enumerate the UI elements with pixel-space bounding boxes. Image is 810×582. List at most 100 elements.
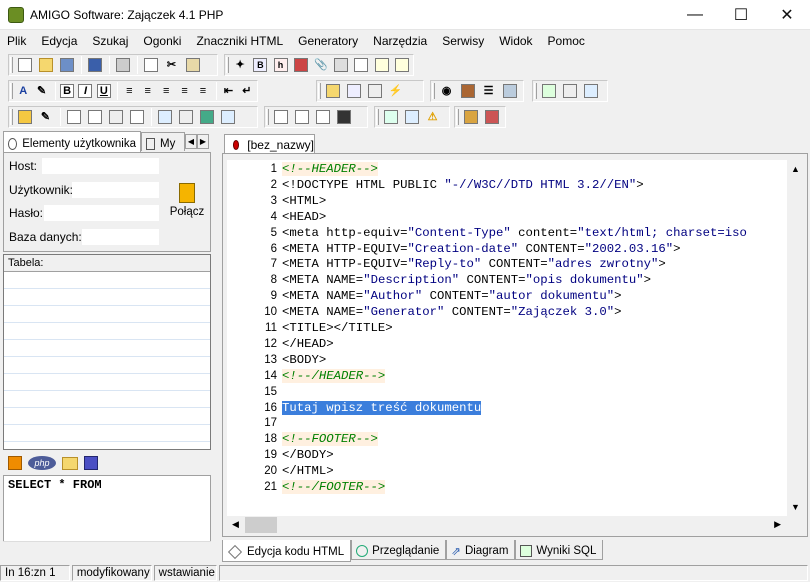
- close-button[interactable]: ✕: [764, 0, 810, 30]
- vertical-scrollbar[interactable]: ▲ ▼: [787, 160, 805, 516]
- doc-blue-icon[interactable]: [581, 82, 600, 100]
- table-row[interactable]: [4, 374, 210, 391]
- window-icon[interactable]: [197, 108, 216, 126]
- frame-icon[interactable]: [218, 108, 237, 126]
- line-break-icon[interactable]: ↵: [239, 82, 255, 100]
- code-line[interactable]: <!--/HEADER-->: [282, 368, 386, 384]
- insert-icon[interactable]: [344, 82, 363, 100]
- code-line[interactable]: <!DOCTYPE HTML PUBLIC "-//W3C//DTD HTML …: [282, 178, 644, 193]
- table-row[interactable]: [4, 323, 210, 340]
- code-line[interactable]: <META NAME="Generator" CONTENT="Zajączek…: [282, 305, 622, 320]
- eraser-icon[interactable]: [461, 108, 480, 126]
- select-icon[interactable]: [313, 108, 332, 126]
- table-list[interactable]: Tabela:: [3, 254, 211, 450]
- horizontal-scrollbar[interactable]: ◀ ▶: [227, 516, 787, 534]
- palette-icon[interactable]: [458, 82, 477, 100]
- menu-edycja[interactable]: Edycja: [34, 31, 85, 51]
- grid-icon[interactable]: [15, 108, 34, 126]
- code-editor[interactable]: 1 <!--HEADER--> 2 <!DOCTYPE HTML PUBLIC "-/…: [227, 160, 787, 516]
- table-row[interactable]: [4, 289, 210, 306]
- code-line[interactable]: <TITLE></TITLE>: [282, 321, 393, 336]
- open-folder-icon[interactable]: [36, 56, 55, 74]
- code-line[interactable]: <META HTTP-EQUIV="Creation-date" CONTENT…: [282, 242, 681, 257]
- minimize-button[interactable]: —: [672, 0, 718, 30]
- justify-icon[interactable]: ≡: [195, 82, 211, 100]
- align-left-icon[interactable]: ≡: [140, 82, 156, 100]
- menu-pomoc[interactable]: Pomoc: [541, 31, 593, 51]
- doc-edit-icon[interactable]: [560, 82, 579, 100]
- doc-icon[interactable]: [85, 108, 104, 126]
- menu-szukaj[interactable]: Szukaj: [85, 31, 136, 51]
- bold-button[interactable]: B: [59, 82, 75, 100]
- menu-narzedzia[interactable]: Narzędzia: [366, 31, 435, 51]
- doc-green-icon[interactable]: [539, 82, 558, 100]
- maximize-button[interactable]: ☐: [718, 0, 764, 30]
- tab-scroll-right[interactable]: ▶: [197, 134, 209, 149]
- wand-icon[interactable]: ✦: [231, 56, 249, 74]
- table-icon[interactable]: [332, 56, 350, 74]
- indent-icon[interactable]: ⇤: [220, 82, 236, 100]
- align-center-icon[interactable]: ≡: [158, 82, 174, 100]
- code-line[interactable]: <meta http-equiv="Content-Type" content=…: [282, 226, 747, 241]
- tab-preview[interactable]: Przeglądanie: [351, 540, 447, 560]
- code-line[interactable]: <!--HEADER-->: [282, 162, 378, 177]
- host-input[interactable]: [42, 158, 159, 174]
- table-row[interactable]: [4, 357, 210, 374]
- open-sql-icon[interactable]: [62, 456, 78, 470]
- paste-icon[interactable]: [183, 56, 202, 74]
- underline-button[interactable]: U: [96, 82, 112, 100]
- execute-icon[interactable]: [8, 456, 22, 470]
- menu-widok[interactable]: Widok: [492, 31, 540, 51]
- tab-my[interactable]: My: [141, 132, 185, 151]
- password-input[interactable]: [44, 205, 159, 221]
- table-row[interactable]: [4, 391, 210, 408]
- code-line[interactable]: <HEAD>: [282, 210, 326, 225]
- warning-icon[interactable]: ⚠: [423, 108, 442, 126]
- tree-icon[interactable]: [155, 108, 174, 126]
- php-icon[interactable]: php: [28, 456, 56, 470]
- new-file-icon[interactable]: [15, 56, 34, 74]
- code-line[interactable]: </HTML>: [282, 464, 334, 479]
- table-row[interactable]: [4, 272, 210, 289]
- table-grid-icon[interactable]: [64, 108, 83, 126]
- code-line[interactable]: <META NAME="Description" CONTENT="opis d…: [282, 273, 651, 288]
- monitor-icon[interactable]: [500, 82, 519, 100]
- cd-icon[interactable]: ◉: [437, 82, 456, 100]
- tab-user-elements[interactable]: Elementy użytkownika: [3, 131, 141, 152]
- save-sql-icon[interactable]: [84, 456, 98, 470]
- table-row[interactable]: [4, 408, 210, 425]
- pencil-icon[interactable]: ✎: [33, 82, 49, 100]
- code-line[interactable]: </BODY>: [282, 448, 334, 463]
- check-doc-icon[interactable]: [381, 108, 400, 126]
- code-line[interactable]: <BODY>: [282, 353, 326, 368]
- image-icon[interactable]: [292, 56, 310, 74]
- link-icon[interactable]: [352, 56, 370, 74]
- listbox-icon[interactable]: [334, 108, 353, 126]
- table-cells-icon[interactable]: [127, 108, 146, 126]
- clip-icon[interactable]: 📎: [312, 56, 330, 74]
- scroll-left-icon[interactable]: ◀: [232, 519, 239, 530]
- scroll-right-icon[interactable]: ▶: [774, 519, 781, 530]
- preview-icon[interactable]: [402, 108, 421, 126]
- print-icon[interactable]: [113, 56, 132, 74]
- code-line[interactable]: <META HTTP-EQUIV="Reply-to" CONTENT="adr…: [282, 257, 666, 272]
- folder-open-icon[interactable]: [323, 82, 342, 100]
- note-pen-icon[interactable]: [393, 56, 411, 74]
- lines-icon[interactable]: ☰: [479, 82, 498, 100]
- tag-b-icon[interactable]: B: [251, 56, 269, 74]
- tab-sql-results[interactable]: Wyniki SQL: [515, 540, 604, 560]
- table-row[interactable]: [4, 425, 210, 442]
- table-row[interactable]: [4, 340, 210, 357]
- database-input[interactable]: [82, 229, 159, 245]
- code-line[interactable]: <!--/FOOTER-->: [282, 480, 386, 495]
- save-icon[interactable]: [85, 56, 104, 74]
- lightning-icon[interactable]: ⚡: [386, 82, 405, 100]
- tab-document[interactable]: [bez_nazwy]: [224, 134, 315, 154]
- code-line[interactable]: <META NAME="Author" CONTENT="autor dokum…: [282, 289, 622, 304]
- menu-generatory[interactable]: Generatory: [291, 31, 366, 51]
- tab-scroll-left[interactable]: ◀: [185, 134, 197, 149]
- scroll-up-icon[interactable]: ▲: [791, 164, 800, 174]
- code-line[interactable]: </HEAD>: [282, 337, 334, 352]
- table-row[interactable]: [4, 306, 210, 323]
- menu-plik[interactable]: Plik: [0, 31, 34, 51]
